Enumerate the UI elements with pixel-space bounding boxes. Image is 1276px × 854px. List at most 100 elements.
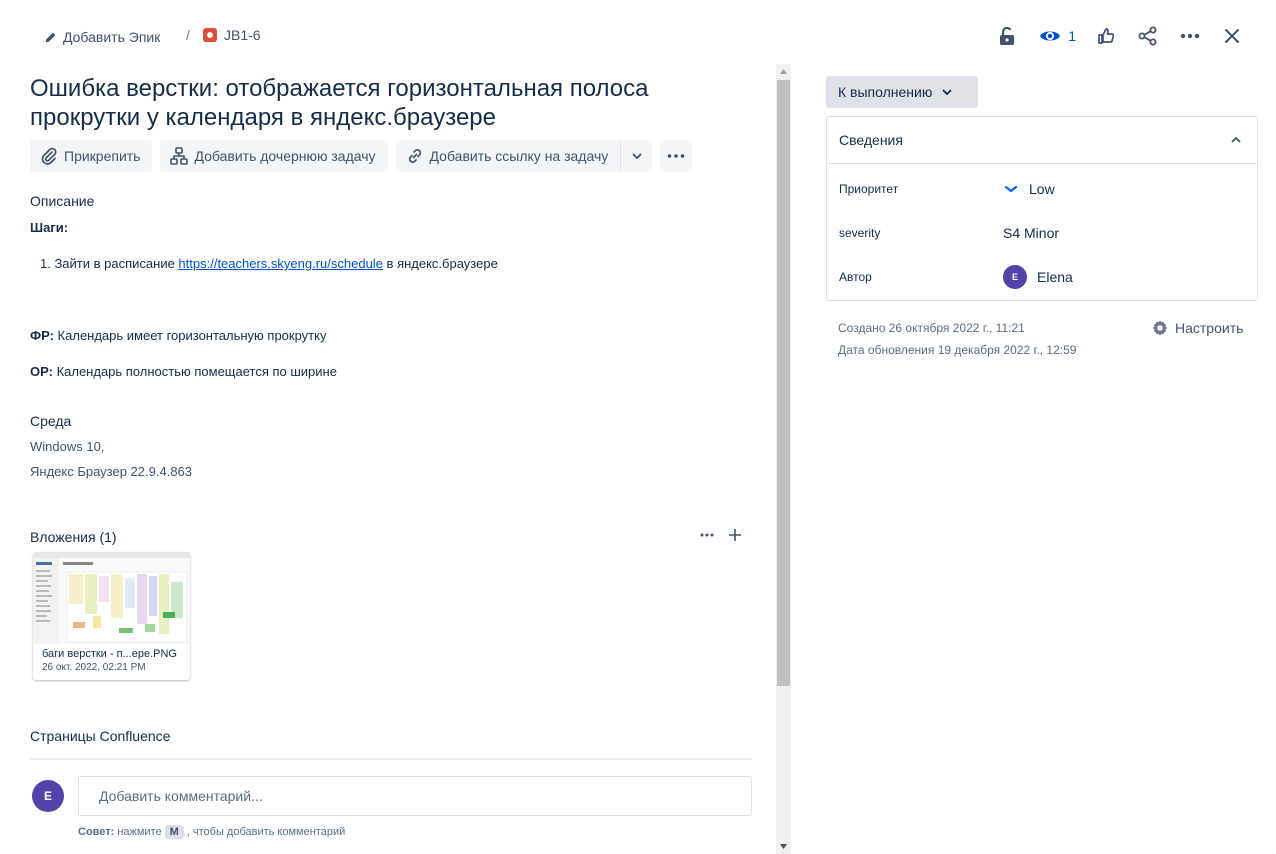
avatar: E bbox=[32, 780, 64, 812]
restrictions-button[interactable] bbox=[991, 22, 1023, 50]
configure-button[interactable]: Настроить bbox=[1151, 319, 1243, 337]
issue-key-link[interactable]: JB1-6 bbox=[203, 27, 261, 43]
share-button[interactable] bbox=[1132, 22, 1164, 50]
eye-icon bbox=[1040, 31, 1061, 41]
keyboard-shortcut: M bbox=[164, 825, 184, 839]
issue-title[interactable]: Ошибка верстки: отображается горизонталь… bbox=[30, 74, 730, 132]
add-epic-link[interactable]: Добавить Эпик bbox=[44, 27, 160, 47]
vote-button[interactable] bbox=[1090, 22, 1122, 50]
close-icon bbox=[1225, 29, 1239, 43]
watchers-button[interactable]: 1 bbox=[1035, 22, 1080, 50]
schedule-link[interactable]: https://teachers.skyeng.ru/schedule bbox=[178, 256, 383, 271]
configure-label: Настроить bbox=[1175, 320, 1244, 336]
main-scrollbar[interactable] bbox=[776, 64, 791, 854]
attachment-name: баги верстки - п...ере.PNG bbox=[42, 648, 177, 660]
step-1-prefix: 1. Зайти в расписание bbox=[40, 256, 179, 271]
author-name: Elena bbox=[1037, 269, 1073, 285]
add-child-issue-label: Добавить дочернюю задачу bbox=[194, 148, 376, 164]
environment-heading: Среда bbox=[30, 413, 72, 429]
thumbs-up-icon bbox=[1098, 28, 1115, 44]
watchers-count: 1 bbox=[1068, 28, 1076, 44]
more-icon bbox=[1180, 33, 1200, 39]
gear-icon bbox=[1153, 320, 1167, 336]
priority-value-field[interactable]: Low bbox=[1003, 181, 1055, 197]
toolbar-more-button[interactable] bbox=[660, 140, 693, 172]
issue-main-panel: Ошибка верстки: отображается горизонталь… bbox=[30, 72, 752, 854]
more-icon bbox=[667, 154, 685, 158]
issue-header-bar: Добавить Эпик / JB1-6 1 bbox=[0, 0, 1276, 72]
issue-toolbar: Прикрепить Добавить дочернюю задачу Доба… bbox=[30, 140, 693, 172]
bug-icon bbox=[203, 28, 217, 42]
severity-label: severity bbox=[839, 226, 881, 240]
link-icon bbox=[408, 149, 421, 163]
author-field: Автор E Elena bbox=[839, 263, 1249, 291]
attachments-actions bbox=[700, 528, 742, 542]
attachments-heading: Вложения (1) bbox=[30, 529, 117, 545]
attachment-thumbnail bbox=[33, 552, 190, 644]
close-button[interactable] bbox=[1216, 22, 1248, 50]
expected-result-text: Календарь полностью помещается по ширине bbox=[52, 364, 337, 379]
scrollbar-thumb[interactable] bbox=[777, 80, 790, 686]
tip-text-before: нажмите bbox=[117, 826, 162, 838]
updated-date: Дата обновления 19 декабря 2022 г., 12:5… bbox=[838, 343, 1077, 357]
priority-low-icon bbox=[1004, 185, 1018, 193]
chevron-down-icon bbox=[942, 89, 952, 95]
chevron-down-icon bbox=[632, 153, 642, 159]
comments-divider bbox=[30, 758, 752, 760]
step-item: 1. Зайти в расписание https://teachers.s… bbox=[40, 256, 498, 271]
attachment-date: 26 окт. 2022, 02:21 PM bbox=[42, 662, 146, 673]
priority-label: Приоритет bbox=[839, 182, 899, 196]
more-actions-button[interactable] bbox=[1174, 22, 1206, 50]
tip-label: Совет: bbox=[78, 826, 115, 838]
breadcrumb-separator: / bbox=[186, 27, 190, 43]
issue-key: JB1-6 bbox=[224, 27, 261, 43]
more-icon[interactable] bbox=[700, 533, 714, 537]
add-child-issue-button[interactable]: Добавить дочернюю задачу bbox=[160, 140, 388, 172]
author-value-field[interactable]: E Elena bbox=[1003, 265, 1073, 289]
actual-result: ФР: Календарь имеет горизонтальную прокр… bbox=[30, 328, 326, 343]
scroll-up-arrow-icon bbox=[780, 69, 787, 74]
share-icon bbox=[1138, 26, 1157, 46]
environment-line: Яндекс Браузер 22.9.4.863 bbox=[30, 464, 193, 479]
attach-label: Прикрепить bbox=[64, 148, 141, 164]
scroll-up-button[interactable] bbox=[776, 64, 791, 79]
add-link-dropdown-button[interactable] bbox=[620, 140, 653, 172]
actual-result-text: Календарь имеет горизонтальную прокрутку bbox=[53, 328, 327, 343]
add-issue-link-button[interactable]: Добавить ссылку на задачу bbox=[395, 140, 621, 172]
plus-icon[interactable] bbox=[728, 528, 742, 542]
status-label: К выполнению bbox=[838, 84, 933, 100]
add-issue-link-label: Добавить ссылку на задачу bbox=[429, 148, 609, 164]
severity-field: severity S4 Minor bbox=[839, 219, 1249, 247]
author-avatar: E bbox=[1003, 265, 1027, 289]
comment-input[interactable]: Добавить комментарий... bbox=[78, 776, 752, 816]
details-heading: Сведения bbox=[839, 132, 903, 148]
pencil-icon bbox=[45, 32, 56, 42]
created-date: Создано 26 октября 2022 г., 11:21 bbox=[838, 321, 1025, 335]
details-panel: Сведения Приоритет Low severity S4 Minor… bbox=[826, 116, 1258, 301]
expected-result: ОР: Календарь полностью помещается по ши… bbox=[30, 364, 337, 379]
paperclip-icon bbox=[41, 147, 57, 165]
expected-result-label: ОР: bbox=[30, 364, 53, 379]
priority-value: Low bbox=[1029, 181, 1055, 197]
tip-text-after: , чтобы добавить комментарий bbox=[186, 826, 346, 838]
author-label: Автор bbox=[839, 270, 872, 284]
confluence-heading: Страницы Confluence bbox=[30, 728, 171, 744]
status-dropdown[interactable]: К выполнению bbox=[826, 76, 978, 108]
lock-icon bbox=[1000, 26, 1015, 45]
scroll-down-button[interactable] bbox=[776, 839, 791, 854]
description-heading: Описание bbox=[30, 193, 95, 209]
actual-result-label: ФР: bbox=[30, 328, 54, 343]
issue-actions: 1 bbox=[981, 22, 1248, 50]
steps-heading: Шаги: bbox=[30, 220, 69, 235]
priority-field: Приоритет Low bbox=[839, 175, 1249, 203]
step-1-suffix: в яндекс.браузере bbox=[382, 256, 498, 271]
comment-tip: Совет: нажмите M , чтобы добавить коммен… bbox=[78, 825, 345, 839]
attachment-card[interactable]: баги верстки - п...ере.PNG 26 окт. 2022,… bbox=[33, 552, 190, 680]
hierarchy-icon bbox=[170, 147, 189, 165]
scroll-down-arrow-icon bbox=[780, 844, 787, 849]
details-toggle[interactable]: Сведения bbox=[827, 117, 1257, 164]
add-epic-label: Добавить Эпик bbox=[63, 29, 161, 45]
severity-value[interactable]: S4 Minor bbox=[1003, 225, 1059, 241]
screenshot-thumbnail-image bbox=[33, 552, 190, 644]
attach-button[interactable]: Прикрепить bbox=[30, 140, 153, 172]
